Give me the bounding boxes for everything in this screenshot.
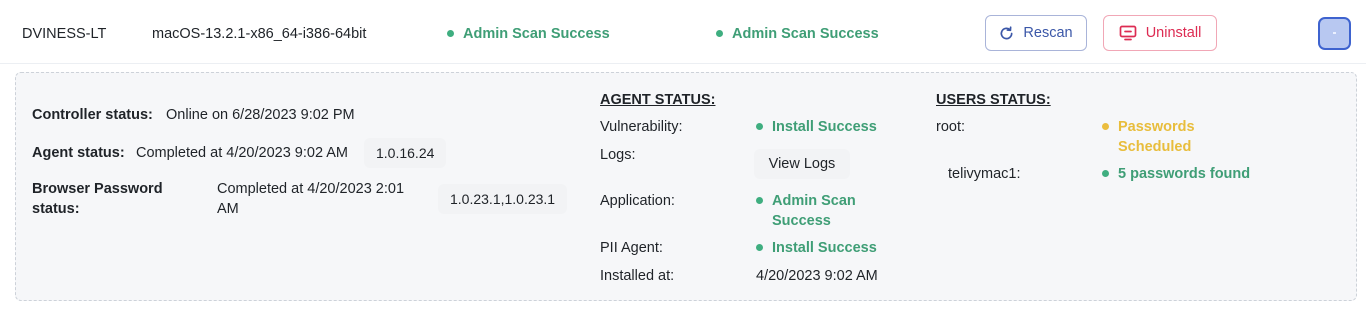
agent-status-value: Completed at 4/20/2023 9:02 AM (136, 145, 349, 161)
browser-password-value-line2: AM (217, 201, 239, 217)
device-row: DVINESS-LT macOS-13.2.1-x86_64-i386-64bi… (0, 0, 1366, 64)
pii-agent-status: Install Success (756, 238, 877, 258)
status-dot-icon (756, 122, 763, 130)
scan-status-1: Admin Scan Success (447, 24, 610, 44)
logs-label: Logs: (600, 147, 636, 163)
user-root-status-line1: Passwords (1118, 119, 1195, 135)
browser-password-label-line2: status: (32, 201, 80, 217)
scan-status-2: Admin Scan Success (716, 24, 879, 44)
uninstall-button[interactable]: Uninstall (1103, 15, 1217, 51)
user-root-status (1102, 117, 1109, 137)
status-dot-icon (756, 196, 763, 204)
user-telivymac1-status: 5 passwords found (1102, 164, 1250, 184)
monitor-remove-icon (1119, 25, 1137, 41)
agent-version-badge: 1.0.16.24 (364, 138, 447, 168)
status-dot-icon (716, 29, 723, 37)
user-root-status-line2: Scheduled (1118, 139, 1192, 155)
vulnerability-status: Install Success (756, 117, 877, 137)
installed-at-label: Installed at: (600, 268, 675, 284)
collapse-toggle[interactable] (1318, 17, 1351, 50)
view-logs-button[interactable]: View Logs (754, 149, 850, 179)
rescan-label: Rescan (1023, 25, 1073, 41)
browser-version-badge: 1.0.23.1,1.0.23.1 (438, 184, 568, 214)
hostname: DVINESS-LT (22, 26, 107, 42)
agent-status-heading: AGENT STATUS: (600, 92, 716, 108)
pii-agent-label: PII Agent: (600, 240, 663, 256)
user-telivymac1-name: telivymac1: (948, 166, 1021, 182)
user-root-name: root: (936, 119, 966, 135)
status-dot-icon (756, 243, 763, 251)
agent-status-label: Agent status: (32, 145, 125, 161)
controller-status-value: Online on 6/28/2023 9:02 PM (166, 107, 355, 123)
installed-at-value: 4/20/2023 9:02 AM (756, 268, 878, 284)
application-status (756, 191, 763, 211)
status-dot-icon (447, 29, 454, 37)
browser-password-label-line1: Browser Password (32, 181, 163, 197)
controller-status-label: Controller status: (32, 107, 153, 123)
status-dot-icon (1102, 122, 1109, 130)
collapse-icon (1333, 32, 1336, 34)
application-label: Application: (600, 193, 675, 209)
browser-password-value-line1: Completed at 4/20/2023 2:01 (217, 181, 405, 197)
application-status-line2: Success (772, 213, 831, 229)
users-status-heading: USERS STATUS: (936, 92, 1051, 108)
os-version: macOS-13.2.1-x86_64-i386-64bit (152, 26, 367, 42)
rescan-button[interactable]: Rescan (985, 15, 1087, 51)
status-dot-icon (1102, 169, 1109, 177)
application-status-line1: Admin Scan (772, 193, 856, 209)
vulnerability-label: Vulnerability: (600, 119, 683, 135)
refresh-icon (999, 25, 1014, 41)
uninstall-label: Uninstall (1145, 25, 1202, 41)
